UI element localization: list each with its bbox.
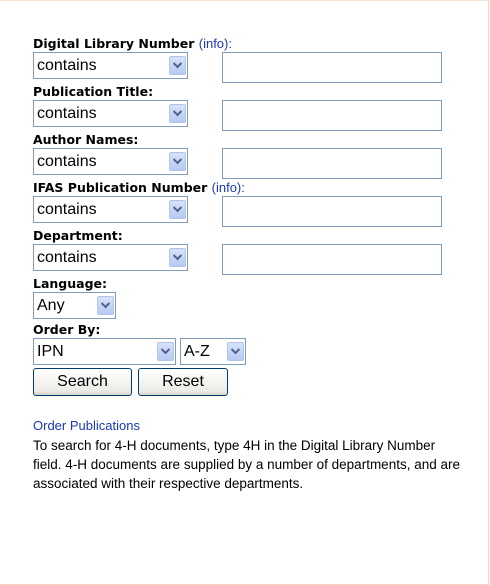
dln-info-link[interactable]: (info):: [199, 36, 232, 51]
search-panel: Digital Library Number (info): contains …: [0, 0, 489, 585]
search-form: Digital Library Number (info): contains …: [33, 35, 463, 493]
chevron-down-icon[interactable]: [169, 248, 186, 267]
dln-operator-select[interactable]: contains: [33, 52, 188, 79]
order-direction-select[interactable]: A-Z: [180, 338, 246, 365]
title-row: contains: [33, 100, 463, 131]
ipn-label: IFAS Publication Number: [33, 180, 208, 195]
order-publications-link[interactable]: Order Publications: [33, 418, 463, 433]
ipn-row: contains: [33, 196, 463, 227]
department-input[interactable]: [222, 244, 442, 275]
author-label: Author Names:: [33, 132, 139, 147]
title-operator-value: contains: [37, 105, 97, 122]
department-row: contains: [33, 244, 463, 275]
ipn-operator-value: contains: [37, 201, 97, 218]
author-operator-value: contains: [37, 153, 97, 170]
order-field-value: IPN: [37, 343, 64, 360]
dln-row: contains: [33, 52, 463, 83]
search-help-note: To search for 4-H documents, type 4H in …: [33, 438, 460, 491]
title-input[interactable]: [222, 100, 442, 131]
order-direction-value: A-Z: [184, 343, 210, 360]
order-row: IPN A-Z: [33, 338, 463, 368]
title-operator-select[interactable]: contains: [33, 100, 188, 127]
author-input[interactable]: [222, 148, 442, 179]
dln-operator-value: contains: [37, 57, 97, 74]
department-operator-value: contains: [37, 249, 97, 266]
chevron-down-icon[interactable]: [97, 296, 114, 315]
chevron-down-icon[interactable]: [169, 104, 186, 123]
language-label: Language:: [33, 276, 108, 291]
author-operator-select[interactable]: contains: [33, 148, 188, 175]
ipn-input[interactable]: [222, 196, 442, 227]
dln-label: Digital Library Number: [33, 36, 195, 51]
language-select[interactable]: Any: [33, 292, 116, 319]
chevron-down-icon[interactable]: [169, 200, 186, 219]
ipn-label-row: IFAS Publication Number (info):: [33, 179, 463, 196]
author-row: contains: [33, 148, 463, 179]
chevron-down-icon[interactable]: [169, 56, 186, 75]
ipn-operator-select[interactable]: contains: [33, 196, 188, 223]
language-value: Any: [37, 297, 65, 314]
dln-label-row: Digital Library Number (info):: [33, 35, 463, 52]
chevron-down-icon[interactable]: [169, 152, 186, 171]
order-label: Order By:: [33, 322, 101, 337]
title-label: Publication Title:: [33, 84, 154, 99]
department-operator-select[interactable]: contains: [33, 244, 188, 271]
language-row: Any: [33, 292, 463, 321]
chevron-down-icon[interactable]: [227, 342, 244, 361]
reset-button[interactable]: Reset: [138, 368, 228, 396]
search-button[interactable]: Search: [33, 368, 132, 396]
department-label: Department:: [33, 228, 123, 243]
ipn-info-link[interactable]: (info):: [212, 180, 245, 195]
buttons-row: Search Reset: [33, 368, 463, 396]
order-field-select[interactable]: IPN: [33, 338, 176, 365]
dln-input[interactable]: [222, 52, 442, 83]
chevron-down-icon[interactable]: [157, 342, 174, 361]
